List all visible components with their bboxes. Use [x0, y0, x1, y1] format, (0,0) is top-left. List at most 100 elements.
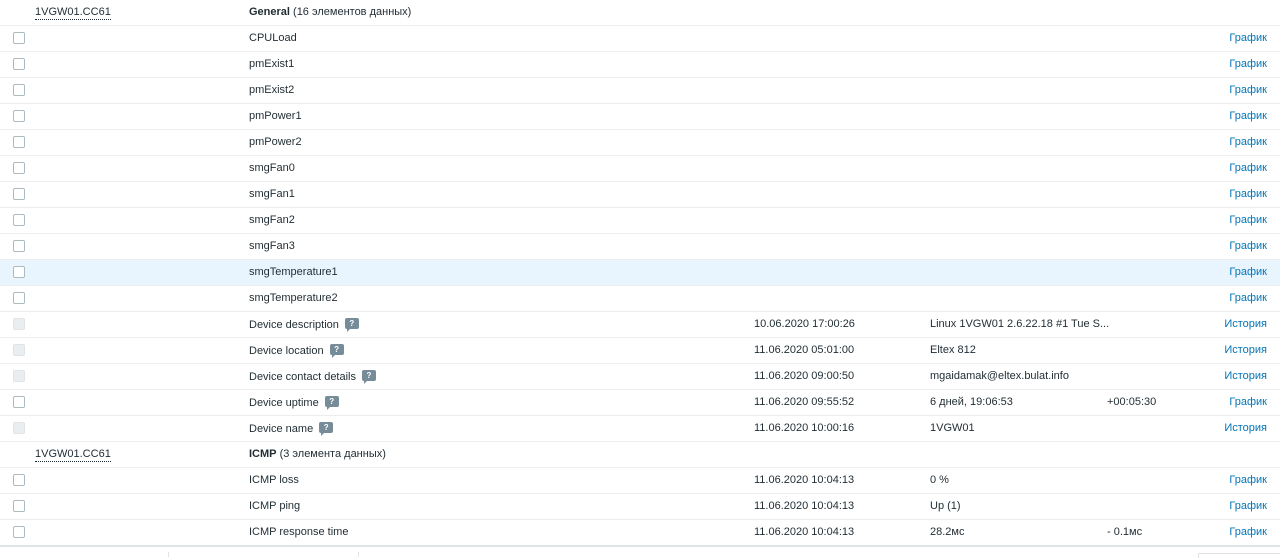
item-action-link[interactable]: График [1229, 162, 1267, 175]
item-checkbox[interactable] [13, 58, 25, 70]
item-action-link[interactable]: График [1229, 58, 1267, 71]
help-icon[interactable] [319, 421, 334, 436]
item-name: pmExist1 [249, 58, 295, 70]
item-action-link[interactable]: График [1229, 110, 1267, 123]
item-action-link[interactable]: История [1224, 344, 1267, 357]
item-row: ICMP loss 11.06.2020 10:04:13 0 % График [0, 468, 1280, 494]
item-checkbox[interactable] [13, 292, 25, 304]
item-action-link[interactable]: График [1229, 396, 1267, 409]
item-checkbox[interactable] [13, 396, 25, 408]
item-action-link[interactable]: График [1229, 84, 1267, 97]
item-checkbox [13, 370, 25, 382]
application-group-label: ICMP (3 элемента данных) [249, 448, 386, 461]
item-action-link[interactable]: История [1224, 370, 1267, 383]
item-checkbox[interactable] [13, 500, 25, 512]
last-check-time: 11.06.2020 09:00:50 [754, 370, 855, 382]
item-action-link[interactable]: График [1229, 240, 1267, 253]
item-action-link[interactable]: История [1224, 318, 1267, 331]
item-name-cell: CPULoad [249, 32, 297, 45]
item-checkbox[interactable] [13, 110, 25, 122]
item-action-link[interactable]: График [1229, 266, 1267, 279]
last-value: Up (1) [930, 500, 961, 512]
item-name: smgFan1 [249, 188, 295, 200]
last-check-time: 11.06.2020 10:04:13 [754, 474, 855, 486]
group-header-row: 1VGW01.CC61 ICMP (3 элемента данных) [0, 442, 1280, 468]
table-footer-scrollbar[interactable] [0, 545, 1280, 558]
item-row: Device description 10.06.2020 17:00:26 Lin… [0, 312, 1280, 338]
item-row: Device uptime 11.06.2020 09:55:52 6 дней, … [0, 390, 1280, 416]
item-action-link[interactable]: График [1229, 500, 1267, 513]
item-name: ICMP response time [249, 526, 349, 538]
last-check-time: 11.06.2020 05:01:00 [754, 344, 855, 356]
item-row: pmPower1 График [0, 104, 1280, 130]
item-name: pmPower2 [249, 136, 302, 148]
item-action-link[interactable]: График [1229, 32, 1267, 45]
item-checkbox[interactable] [13, 474, 25, 486]
item-action-link[interactable]: График [1229, 292, 1267, 305]
help-icon[interactable] [344, 317, 359, 332]
item-row: ICMP response time 11.06.2020 10:04:13 28.… [0, 520, 1280, 546]
item-checkbox[interactable] [13, 214, 25, 226]
item-row: pmExist2 График [0, 78, 1280, 104]
last-value: 0 % [930, 474, 949, 486]
item-checkbox[interactable] [13, 526, 25, 538]
item-row: pmPower2 График [0, 130, 1280, 156]
item-checkbox[interactable] [13, 162, 25, 174]
item-checkbox[interactable] [13, 84, 25, 96]
value-change: +00:05:30 [1107, 396, 1157, 408]
item-name-cell: Device contact details [249, 369, 376, 384]
item-action-link[interactable]: История [1224, 422, 1267, 435]
item-row: smgFan2 График [0, 208, 1280, 234]
item-name-cell: smgFan0 [249, 162, 295, 175]
item-action-link[interactable]: График [1229, 526, 1267, 539]
host-name-link[interactable]: 1VGW01.CC61 [35, 448, 111, 462]
item-action-link[interactable]: График [1229, 188, 1267, 201]
item-name-cell: ICMP loss [249, 474, 299, 487]
item-row: smgFan1 График [0, 182, 1280, 208]
item-row: smgFan0 График [0, 156, 1280, 182]
item-row: smgTemperature1 График [0, 260, 1280, 286]
item-row: smgFan3 График [0, 234, 1280, 260]
last-check-time: 11.06.2020 10:00:16 [754, 422, 855, 434]
item-name-cell: pmExist1 [249, 58, 294, 71]
item-checkbox[interactable] [13, 240, 25, 252]
item-row: pmExist1 График [0, 52, 1280, 78]
item-name-cell: pmExist2 [249, 84, 294, 97]
item-row: Device location 11.06.2020 05:01:00 Eltex … [0, 338, 1280, 364]
item-name-cell: Device description [249, 317, 359, 332]
item-name: Device location [249, 345, 324, 357]
item-name-cell: smgFan3 [249, 240, 295, 253]
item-checkbox[interactable] [13, 188, 25, 200]
help-icon[interactable] [329, 343, 344, 358]
item-name: Device uptime [249, 397, 319, 409]
item-name-cell: Device name [249, 421, 334, 436]
last-value: 1VGW01 [930, 422, 975, 434]
item-checkbox [13, 422, 25, 434]
item-row: ICMP ping 11.06.2020 10:04:13 Up (1) График [0, 494, 1280, 520]
item-name: Device contact details [249, 371, 356, 383]
item-name-cell: smgFan1 [249, 188, 295, 201]
footer-corner [1198, 553, 1280, 558]
item-checkbox[interactable] [13, 136, 25, 148]
value-change: - 0.1мс [1107, 526, 1143, 538]
last-value: Linux 1VGW01 2.6.22.18 #1 Tue S... [930, 318, 1110, 330]
help-icon[interactable] [362, 369, 376, 384]
last-value: 6 дней, 19:06:53 [930, 396, 1013, 408]
item-name: smgTemperature2 [249, 292, 338, 304]
item-name: pmExist2 [249, 84, 295, 96]
item-checkbox[interactable] [13, 32, 25, 44]
item-action-link[interactable]: График [1229, 214, 1267, 227]
item-action-link[interactable]: График [1229, 136, 1267, 149]
last-check-time: 11.06.2020 10:04:13 [754, 526, 855, 538]
item-action-link[interactable]: График [1229, 474, 1267, 487]
item-name: CPULoad [249, 32, 297, 44]
item-name: ICMP ping [249, 500, 301, 512]
application-name: General [249, 6, 290, 18]
host-name-link[interactable]: 1VGW01.CC61 [35, 6, 111, 20]
latest-data-table: 1VGW01.CC61 General (16 элементов данных)… [0, 0, 1280, 546]
help-icon[interactable] [324, 395, 339, 410]
item-checkbox [13, 344, 25, 356]
item-name-cell: smgTemperature2 [249, 292, 338, 305]
last-value: 28.2мс [930, 526, 965, 538]
item-checkbox[interactable] [13, 266, 25, 278]
